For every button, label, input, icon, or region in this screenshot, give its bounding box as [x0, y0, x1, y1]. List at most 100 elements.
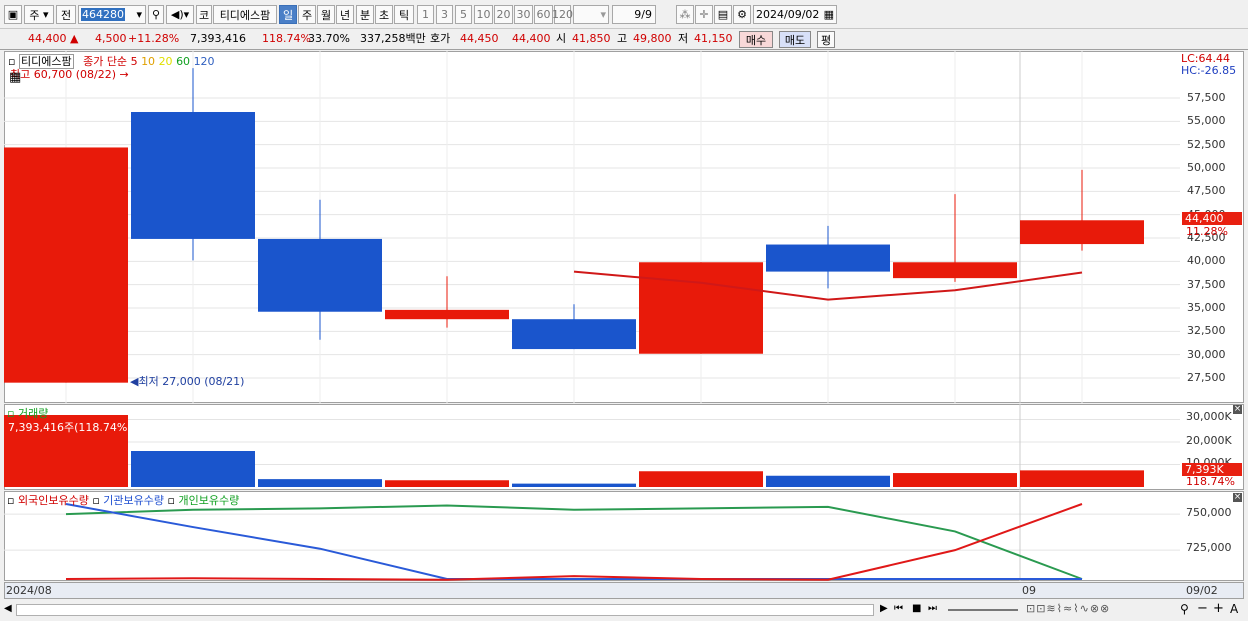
minute-20[interactable]: 20 — [494, 5, 513, 24]
period-week[interactable]: 주 — [298, 5, 316, 24]
minute-120[interactable]: 120 — [552, 5, 573, 24]
save-icon[interactable]: ▤ — [714, 5, 732, 24]
arrow-right-icon: → — [119, 68, 129, 81]
volume-bar — [1020, 470, 1144, 487]
x-label-end: 09/02 — [1186, 584, 1218, 597]
low-note: ◀최저 27,000 (08/21) — [130, 375, 245, 388]
minute-5[interactable]: 5 — [455, 5, 472, 24]
drawing-tools-icon[interactable]: ⊡⊡≋⌇≈⌇∿⊗⊗ — [1026, 602, 1110, 615]
price-change: 4,500 — [95, 32, 127, 45]
price-tick: 32,500 — [1187, 324, 1226, 338]
stock-name[interactable]: 티디에스팜 — [213, 5, 277, 24]
price-tick: 37,500 — [1187, 277, 1226, 291]
candle-body — [512, 319, 636, 350]
candle-body — [131, 112, 255, 239]
minute-10[interactable]: 10 — [474, 5, 493, 24]
date-input[interactable]: 2024/09/02 ▦ — [753, 5, 837, 24]
hold-tick-750000: 750,000 — [1186, 506, 1232, 519]
period-year[interactable]: 년 — [336, 5, 354, 24]
code-input[interactable]: 464280 ▾ — [78, 5, 146, 24]
prev-button[interactable]: 전 — [56, 5, 76, 24]
trade-amount: 337,258백만 — [360, 32, 426, 45]
calendar-icon[interactable]: ▦ — [9, 70, 21, 85]
vol-tick-30000: 30,000K — [1186, 410, 1232, 423]
volume-bar — [131, 451, 255, 487]
last-rate-label: 11.28% — [1186, 225, 1228, 238]
font-size-icon[interactable]: A — [1230, 602, 1238, 616]
page-indicator: 9/9 — [612, 5, 656, 24]
low-price: 41,150 — [694, 32, 733, 45]
horizontal-scrollbar[interactable] — [16, 604, 874, 616]
ma-20: 20 — [158, 55, 173, 68]
ma-120: 120 — [193, 55, 215, 68]
window-menu-icon[interactable]: ▣ — [4, 5, 22, 24]
eval-button[interactable]: 평 — [817, 31, 835, 48]
institution-line — [65, 503, 1082, 580]
price-tick: 55,000 — [1187, 114, 1226, 128]
low-label: 저 — [678, 32, 689, 45]
candle-body — [258, 238, 382, 312]
candle-body — [1020, 220, 1144, 245]
volume-ratio: 118.74% — [262, 32, 311, 45]
legend-box-icon: ▫ — [92, 494, 100, 507]
sell-button[interactable]: 매도 — [779, 31, 811, 48]
period-tick[interactable]: 틱 — [394, 5, 414, 24]
hoga-label: 호가 — [430, 32, 451, 45]
candle-body — [893, 262, 1017, 279]
period-day[interactable]: 일 — [279, 5, 297, 24]
bid-price: 44,400 — [512, 32, 551, 45]
stop-icon[interactable]: ■ — [912, 603, 921, 614]
gear-icon[interactable]: ⚙ — [733, 5, 751, 24]
speaker-icon[interactable]: ◀)▾ — [166, 5, 194, 24]
ask-price: 44,450 — [460, 32, 499, 45]
zoom-out-icon[interactable]: − — [1197, 601, 1208, 616]
code-tag[interactable]: 코 — [196, 5, 212, 24]
period-second[interactable]: 초 — [375, 5, 393, 24]
main-toolbar: ▣ 주 ▾ 전 464280 ▾ ⚲ ◀)▾ 코 티디에스팜 일 주 월 년 분… — [0, 0, 1248, 29]
legend-foreign: 외국인보유수량 — [17, 494, 89, 507]
zoom-icon[interactable]: ⁂ — [676, 5, 694, 24]
scroll-left-icon[interactable]: ◀ — [4, 603, 16, 617]
foreign-line — [65, 503, 1083, 581]
price-tick: 47,500 — [1187, 184, 1226, 198]
open-price: 41,850 — [572, 32, 611, 45]
rewind-icon[interactable]: ⏮ — [894, 603, 903, 614]
x-label-start: 2024/08 — [6, 584, 52, 597]
ma-60: 60 — [176, 55, 191, 68]
code-input-value: 464280 — [81, 8, 125, 21]
volume-bar — [893, 473, 1017, 487]
price-tick: 40,000 — [1187, 254, 1226, 268]
minute-3[interactable]: 3 — [436, 5, 453, 24]
last-volume-rate: 118.74% — [1186, 475, 1235, 488]
period-month[interactable]: 월 — [317, 5, 335, 24]
zoom-in-icon[interactable]: + — [1213, 601, 1224, 616]
price-tick: 50,000 — [1187, 161, 1226, 174]
close-icon[interactable]: × — [1233, 405, 1242, 414]
buy-button[interactable]: 매수 — [739, 31, 773, 48]
scroll-right-icon[interactable]: ▶ — [880, 603, 888, 614]
period-minute[interactable]: 분 — [356, 5, 374, 24]
hc-label: HC:-26.85 — [1181, 64, 1237, 77]
turnover-rate: 33.70% — [308, 32, 350, 45]
interval-select[interactable]: ▾ — [573, 5, 609, 24]
high-note: 최고 60,700 (08/22) → — [10, 68, 129, 81]
minute-30[interactable]: 30 — [514, 5, 533, 24]
chevron-down-icon: ▾ — [136, 8, 142, 21]
volume-bar — [639, 471, 763, 487]
price-chart — [4, 51, 1180, 403]
holding-legend: ▫ 외국인보유수량 ▫ 기관보유수량 ▫ 개인보유수량 — [7, 492, 239, 508]
hold-tick-725000: 725,000 — [1186, 541, 1232, 554]
ma-5: 5 — [130, 55, 138, 68]
x-axis — [4, 582, 1244, 599]
crosshair-icon[interactable]: ✛ — [695, 5, 713, 24]
search-icon[interactable]: ⚲ — [148, 5, 164, 24]
fast-forward-icon[interactable]: ⏭ — [928, 603, 937, 614]
close-icon[interactable]: × — [1233, 493, 1242, 502]
market-select[interactable]: 주 ▾ — [24, 5, 54, 24]
zoom-slider[interactable] — [948, 609, 1018, 611]
high-price: 49,800 — [633, 32, 672, 45]
magnifier-icon[interactable]: ⚲ — [1180, 602, 1189, 616]
high-label: 고 — [617, 32, 628, 45]
minute-1[interactable]: 1 — [417, 5, 434, 24]
minute-60[interactable]: 60 — [534, 5, 553, 24]
